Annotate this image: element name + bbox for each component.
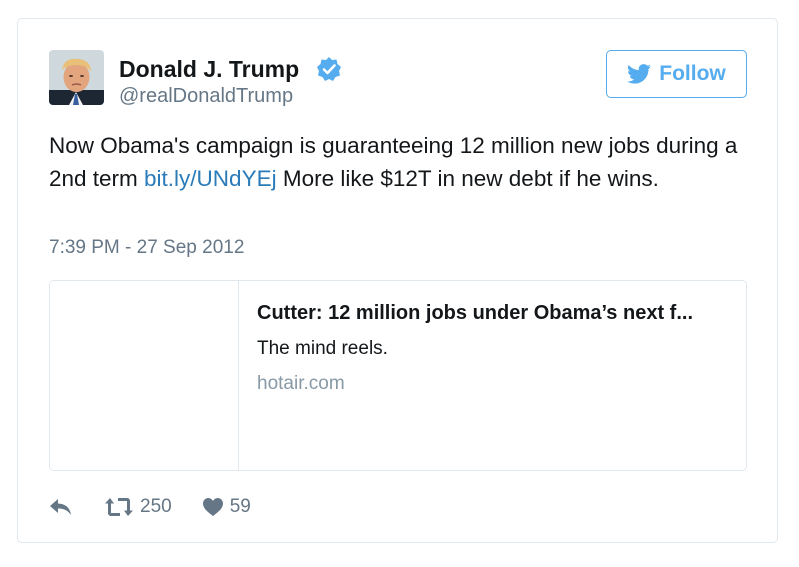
tweet-link[interactable]: bit.ly/UNdYEj <box>144 166 277 191</box>
link-card[interactable]: Cutter: 12 million jobs under Obama’s ne… <box>49 280 747 471</box>
card-domain: hotair.com <box>257 373 345 394</box>
card-title: Cutter: 12 million jobs under Obama’s ne… <box>257 302 693 324</box>
avatar[interactable] <box>49 50 104 105</box>
reply-button[interactable] <box>49 497 73 517</box>
tweet-text-after: More like $12T in new debt if he wins. <box>276 166 659 191</box>
follow-button[interactable]: Follow <box>606 50 747 98</box>
tweet-text: Now Obama's campaign is guaranteeing 12 … <box>49 129 749 195</box>
verified-badge-icon <box>317 57 341 81</box>
author-handle[interactable]: @realDonaldTrump <box>119 85 293 108</box>
tweet-timestamp[interactable]: 7:39 PM - 27 Sep 2012 <box>49 237 244 259</box>
follow-label: Follow <box>659 62 726 85</box>
like-button[interactable]: 59 <box>202 496 251 518</box>
tweet-actions: 250 59 <box>49 493 251 521</box>
card-description: The mind reels. <box>257 338 388 359</box>
retweet-count: 250 <box>140 496 172 517</box>
card-image <box>50 281 239 470</box>
tweet-card: Donald J. Trump @realDonaldTrump Follow … <box>17 18 778 543</box>
heart-icon <box>202 498 223 516</box>
retweet-button[interactable]: 250 <box>104 496 172 518</box>
twitter-bird-icon <box>627 64 652 84</box>
retweet-icon <box>105 498 133 516</box>
like-count: 59 <box>229 496 251 517</box>
author-name[interactable]: Donald J. Trump <box>119 56 299 83</box>
reply-icon <box>50 499 71 515</box>
